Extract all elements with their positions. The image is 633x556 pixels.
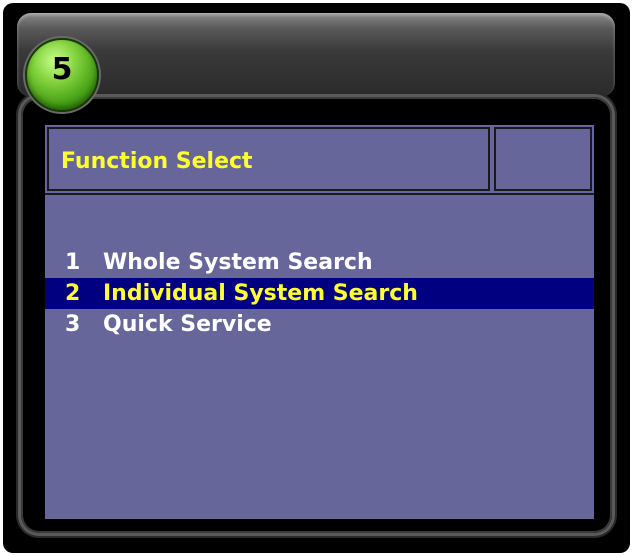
menu-item-label: Quick Service — [103, 312, 272, 337]
menu-item-individual-system-search[interactable]: 2 Individual System Search — [45, 278, 594, 309]
menu-item-label: Whole System Search — [103, 250, 373, 275]
step-number-badge: 5 — [25, 38, 99, 112]
header-divider — [45, 193, 594, 195]
page-title: Function Select — [61, 149, 253, 174]
menu-item-whole-system-search[interactable]: 1 Whole System Search — [45, 247, 594, 278]
step-number: 5 — [51, 52, 73, 87]
menu-item-quick-service[interactable]: 3 Quick Service — [45, 309, 594, 340]
top-bar — [17, 13, 615, 97]
header-side-box — [494, 127, 592, 191]
menu-item-number: 3 — [65, 312, 81, 337]
function-select-screen: Function Select 1 Whole System Search 2 In… — [45, 125, 594, 519]
function-menu: 1 Whole System Search 2 Individual System … — [45, 247, 594, 340]
header-title-box: Function Select — [47, 127, 490, 191]
menu-item-label: Individual System Search — [103, 281, 418, 306]
menu-item-number: 2 — [65, 281, 81, 306]
menu-item-number: 1 — [65, 250, 81, 275]
